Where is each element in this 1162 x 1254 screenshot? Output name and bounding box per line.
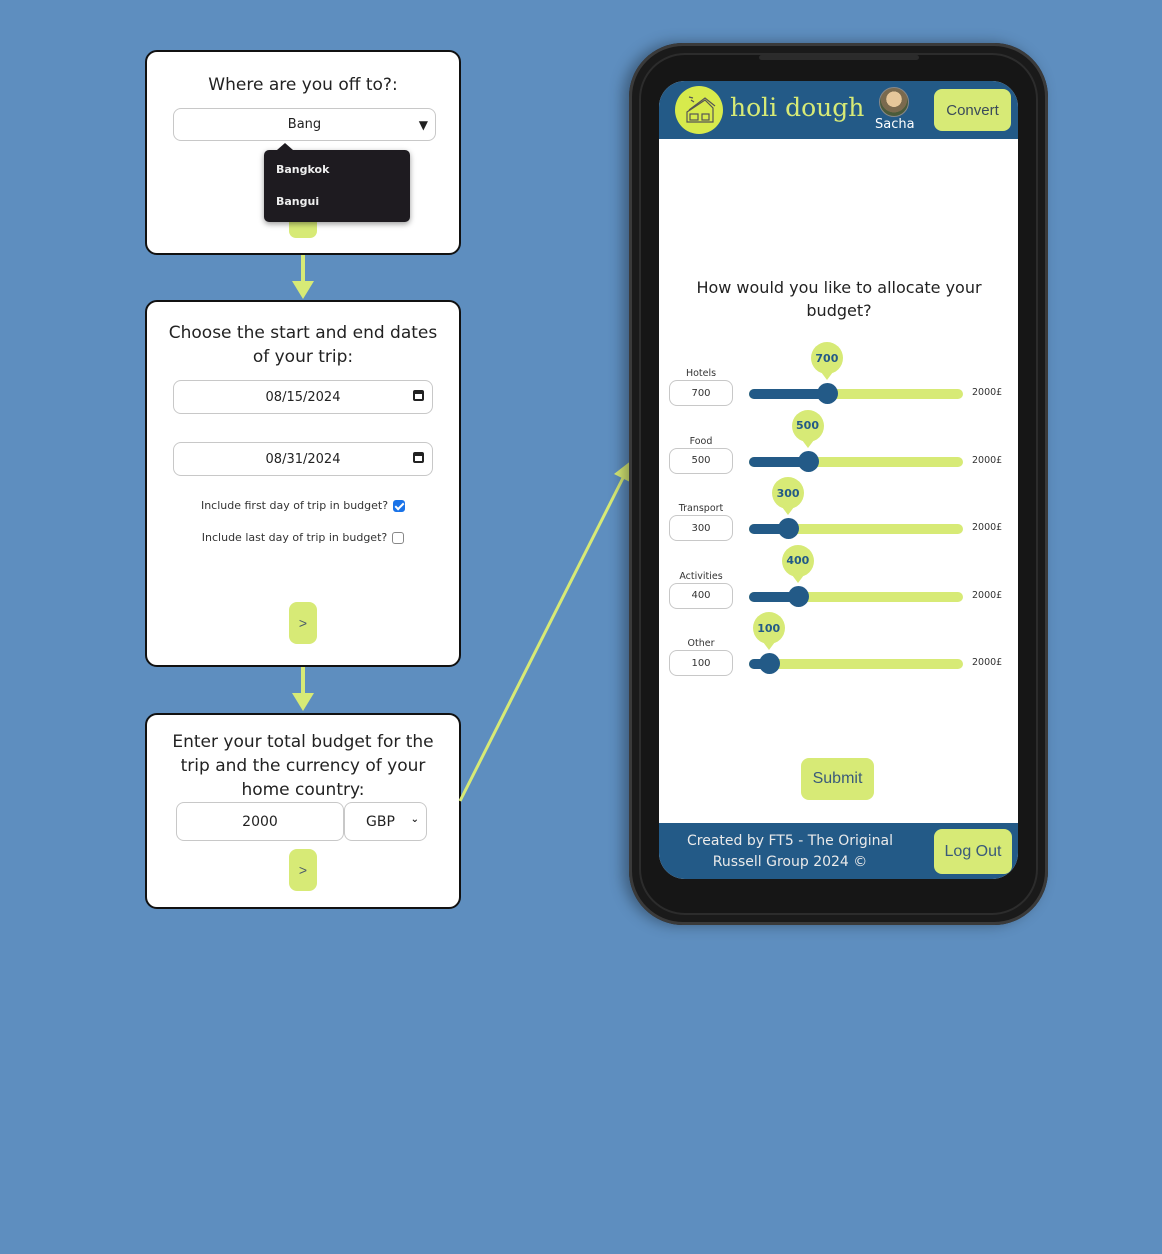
- slider-track[interactable]: 500: [749, 409, 963, 472]
- slider-track[interactable]: 100: [749, 612, 963, 674]
- slider-value-input[interactable]: 100: [669, 650, 733, 676]
- slider-value-input[interactable]: 500: [669, 447, 733, 474]
- slider-label: Transport: [678, 503, 724, 514]
- slider-value-bubble: 500: [791, 409, 824, 448]
- slider-thumb[interactable]: [778, 518, 800, 539]
- slider-label: Other: [687, 638, 715, 649]
- slider-track[interactable]: 400: [749, 544, 963, 607]
- slider-value-input[interactable]: 700: [669, 380, 733, 406]
- allocation-question: How would you like to allocate your budg…: [696, 278, 982, 320]
- phone-screen: holi dough Sacha Convert How would you l…: [659, 81, 1018, 879]
- slider-value-bubble: 400: [781, 544, 814, 583]
- slider-max-label: 2000£: [972, 589, 1003, 601]
- slider-value-bubble: 700: [810, 342, 843, 380]
- brand-name: holi dough: [730, 93, 865, 122]
- slider-value-bubble: 100: [752, 612, 785, 650]
- slider-thumb[interactable]: [758, 653, 780, 674]
- slider-track[interactable]: 300: [749, 477, 963, 539]
- user-avatar[interactable]: [879, 87, 909, 117]
- slider-row-hotels: Hotels 700 700 2000£: [659, 342, 1018, 428]
- slider-label: Activities: [679, 570, 723, 582]
- phone-speaker: [759, 55, 919, 60]
- user-name: Sacha: [875, 117, 915, 132]
- slider-thumb[interactable]: [787, 585, 809, 607]
- app-footer: Created by FT5 - The Original Russell Gr…: [659, 823, 1018, 879]
- slider-max-label: 2000£: [972, 657, 1003, 668]
- slider-row-other: Other 100 100 2000£: [659, 612, 1018, 698]
- slider-track[interactable]: 700: [749, 342, 963, 404]
- slider-value-input[interactable]: 400: [669, 582, 733, 609]
- slider-row-activities: Activities 400 400 2000£: [659, 544, 1018, 631]
- slider-value-bubble: 300: [772, 477, 805, 515]
- house-logo-icon[interactable]: [675, 86, 723, 134]
- app-header: holi dough Sacha Convert: [659, 81, 1018, 139]
- slider-thumb[interactable]: [797, 450, 819, 472]
- slider-max-label: 2000£: [972, 387, 1003, 398]
- slider-label: Food: [689, 435, 713, 447]
- submit-button[interactable]: Submit: [801, 758, 874, 800]
- slider-row-food: Food 500 500 2000£: [659, 409, 1018, 496]
- flow-arrow-line: [458, 473, 627, 802]
- slider-value-input[interactable]: 300: [669, 515, 733, 541]
- slider-max-label: 2000£: [972, 454, 1003, 466]
- logout-button[interactable]: Log Out: [934, 829, 1012, 874]
- slider-max-label: 2000£: [972, 522, 1003, 533]
- slider-row-transport: Transport 300 300 2000£: [659, 477, 1018, 563]
- footer-credits: Created by FT5 - The Original Russell Gr…: [687, 833, 893, 870]
- slider-label: Hotels: [685, 368, 717, 379]
- convert-button[interactable]: Convert: [934, 89, 1011, 131]
- slider-thumb[interactable]: [816, 383, 838, 404]
